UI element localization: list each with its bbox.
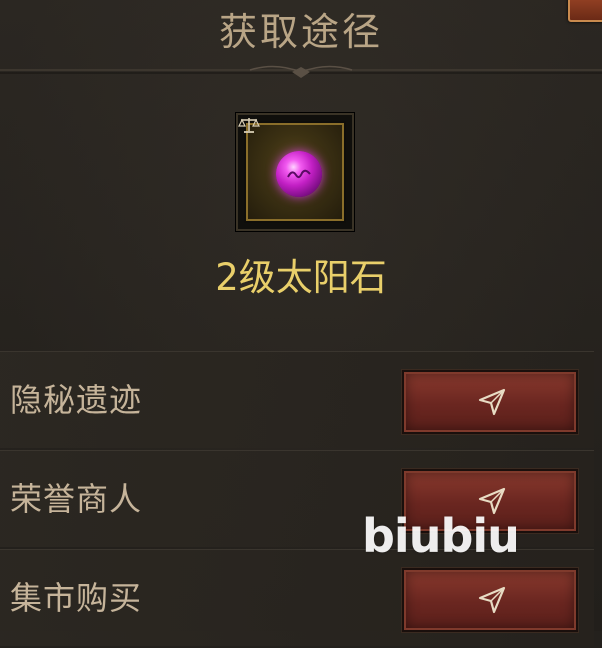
item-name: 2级太阳石 (215, 256, 387, 299)
gem-rune-mark (287, 169, 311, 179)
watermark: biubiu (362, 509, 520, 563)
ornamental-divider (0, 65, 602, 78)
source-label: 集市购买 (10, 579, 143, 617)
source-label: 荣誉商人 (10, 480, 143, 518)
go-button[interactable] (402, 370, 578, 434)
navigate-arrow-icon (478, 586, 506, 614)
acquisition-panel: 获取途径 2级太阳石 隐秘遗迹 荣誉商人 集市购买 biubiu (0, 0, 602, 646)
scale-icon (238, 118, 260, 133)
source-list: 隐秘遗迹 荣誉商人 集市购买 (0, 351, 594, 648)
panel-title: 获取途径 (218, 10, 383, 54)
source-label: 隐秘遗迹 (10, 381, 143, 419)
source-row-ruins: 隐秘遗迹 (0, 351, 594, 448)
navigate-arrow-icon (478, 388, 506, 416)
go-button[interactable] (402, 568, 578, 632)
sun-stone-gem-icon (276, 151, 322, 197)
item-slot-inner (246, 123, 344, 221)
item-slot[interactable] (236, 113, 354, 231)
